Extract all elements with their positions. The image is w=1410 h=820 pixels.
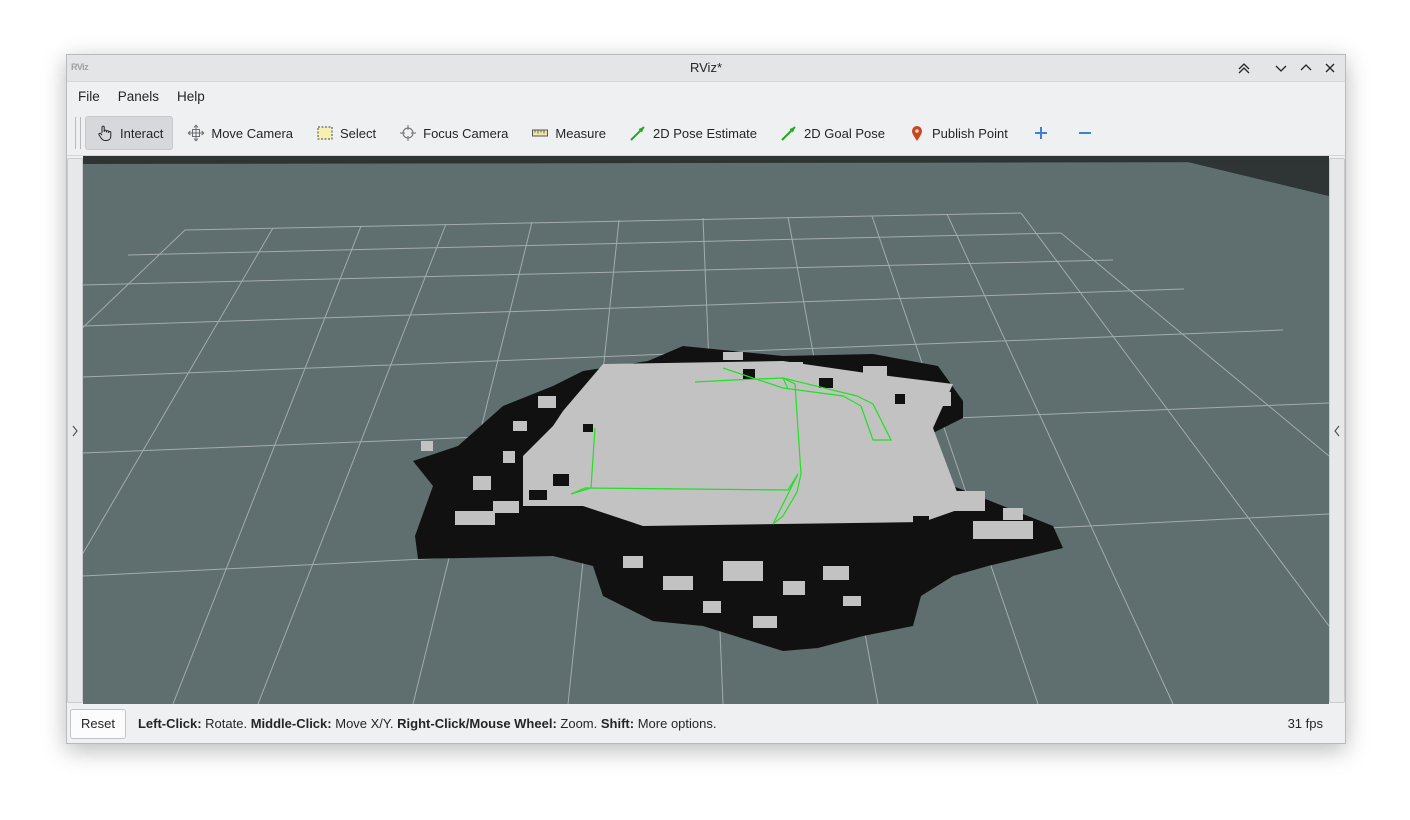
map-pin-icon [908, 124, 926, 142]
title-bar[interactable]: RViz RViz* [67, 55, 1345, 82]
chevron-up-icon [1300, 64, 1312, 71]
plus-icon [1032, 124, 1050, 142]
double-chevron-up-icon [1238, 63, 1250, 74]
hint-action: Rotate. [205, 716, 248, 731]
tool-select[interactable]: Select [306, 117, 385, 149]
tool-interact[interactable]: Interact [85, 116, 174, 150]
chevron-left-icon [1334, 425, 1340, 436]
tool-2d-goal-pose-label: 2D Goal Pose [804, 125, 885, 141]
toolbar-grip[interactable] [75, 117, 81, 149]
right-panel-toggle[interactable] [1329, 158, 1345, 703]
tool-2d-goal-pose[interactable]: 2D Goal Pose [770, 117, 894, 149]
move-arrows-icon [187, 124, 205, 142]
hint-action: Move X/Y. [335, 716, 394, 731]
close-button[interactable] [1321, 59, 1339, 77]
ruler-icon [531, 124, 549, 142]
chevron-right-icon [72, 425, 78, 436]
main-content [67, 156, 1345, 704]
occupancy-map [413, 346, 1063, 651]
close-icon [1325, 63, 1335, 73]
mouse-hint-text: Left-Click: Rotate. Middle-Click: Move X… [138, 716, 717, 731]
green-arrow-icon [629, 124, 647, 142]
tool-move-camera[interactable]: Move Camera [177, 117, 302, 149]
hint-key: Middle-Click: [250, 716, 332, 731]
tool-move-camera-label: Move Camera [211, 125, 293, 141]
tool-focus-camera-label: Focus Camera [423, 125, 509, 141]
menu-panels[interactable]: Panels [109, 82, 168, 111]
tools-toolbar: Interact Move Camera Select Focus Camera [67, 111, 1345, 156]
reset-button[interactable]: Reset [70, 708, 126, 739]
tool-measure[interactable]: Measure [521, 117, 615, 149]
tool-focus-camera[interactable]: Focus Camera [389, 117, 517, 149]
tool-2d-pose-estimate-label: 2D Pose Estimate [652, 125, 758, 141]
tool-2d-pose-estimate[interactable]: 2D Pose Estimate [619, 117, 766, 149]
rviz-window: RViz RViz* File Panels Help Interact Mov… [66, 54, 1346, 744]
minus-icon [1076, 124, 1094, 142]
hand-pointer-icon [96, 124, 114, 142]
minimize-button[interactable] [1272, 59, 1290, 77]
crosshair-icon [399, 124, 417, 142]
tool-publish-point[interactable]: Publish Point [898, 117, 1017, 149]
window-title: RViz* [689, 60, 723, 75]
status-bar: Reset Left-Click: Rotate. Middle-Click: … [67, 704, 1345, 743]
tool-interact-label: Interact [120, 125, 164, 141]
3d-render-viewport[interactable] [83, 156, 1329, 704]
hint-key: Left-Click: [137, 716, 202, 731]
tool-select-label: Select [340, 125, 377, 141]
chevron-down-icon [1275, 65, 1287, 72]
left-panel-toggle[interactable] [67, 158, 83, 703]
menu-help[interactable]: Help [168, 82, 214, 111]
menu-bar: File Panels Help [67, 82, 1345, 111]
hint-key: Shift: [600, 716, 635, 731]
keep-above-button[interactable] [1235, 59, 1253, 77]
green-arrow-icon [780, 124, 798, 142]
hint-action: Zoom. [560, 716, 598, 731]
remove-tool-button[interactable] [1065, 117, 1105, 149]
selection-rectangle-icon [316, 124, 334, 142]
fps-counter: 31 fps [1287, 716, 1323, 731]
hint-key: Right-Click/Mouse Wheel: [397, 716, 557, 731]
occupancy-grid-map-scene [83, 156, 1329, 704]
tool-publish-point-label: Publish Point [931, 125, 1008, 141]
maximize-button[interactable] [1297, 59, 1315, 77]
menu-file[interactable]: File [69, 82, 109, 111]
add-tool-button[interactable] [1021, 117, 1061, 149]
hint-action: More options. [637, 716, 717, 731]
tool-measure-label: Measure [555, 125, 606, 141]
